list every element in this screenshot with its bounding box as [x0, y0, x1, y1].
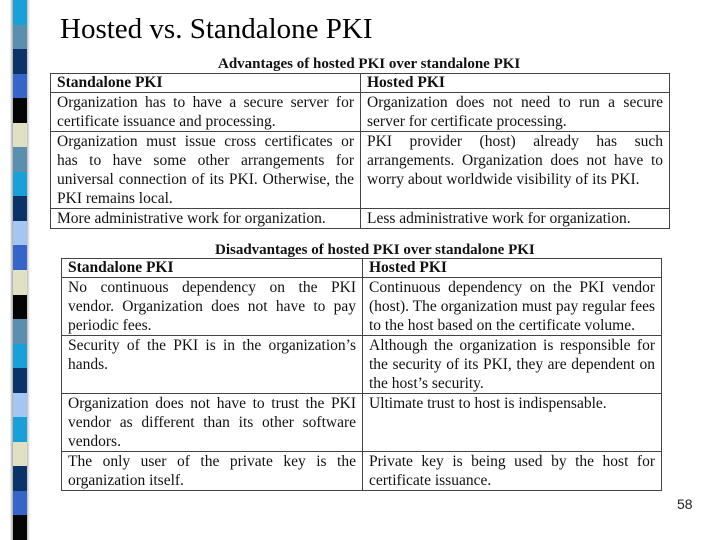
- slide-title: Hosted vs. Standalone PKI: [60, 13, 373, 45]
- standalone-cell: More administrative work for organizatio…: [50, 208, 361, 229]
- hosted-cell: Less administrative work for organizatio…: [360, 208, 670, 229]
- stripe-segment: [13, 0, 27, 25]
- hosted-cell: Organization does not need to run a secu…: [360, 92, 670, 132]
- stripe-segment: [13, 220, 27, 246]
- standalone-cell: The only user of the private key is the …: [61, 451, 363, 491]
- column-header-hosted: Hosted PKI: [360, 73, 670, 93]
- stripe-segment: [13, 392, 27, 418]
- standalone-cell: Organization must issue cross certificat…: [50, 131, 361, 209]
- stripe-segment: [13, 98, 27, 123]
- stripe-segment: [13, 490, 27, 516]
- column-header-standalone: Standalone PKI: [61, 258, 363, 278]
- table-row: Organization does not have to trust the …: [61, 393, 662, 452]
- column-header-hosted: Hosted PKI: [362, 258, 662, 278]
- stripe-segment: [13, 24, 27, 50]
- table-row: Organization must issue cross certificat…: [50, 131, 670, 209]
- stripe-segment: [13, 441, 27, 467]
- stripe-segment: [13, 515, 27, 540]
- stripe-segment: [13, 49, 27, 74]
- stripe-segment: [13, 147, 27, 172]
- stripe-segment: [13, 196, 27, 221]
- standalone-cell: Organization has to have a secure server…: [50, 92, 361, 132]
- table-row: The only user of the private key is the …: [61, 451, 662, 491]
- stripe-segment: [13, 294, 27, 320]
- stripe-segment: [13, 122, 27, 148]
- stripe-segment: [13, 319, 27, 344]
- disadvantages-table: Standalone PKI Hosted PKI No continuous …: [61, 258, 662, 491]
- stripe-segment: [13, 417, 27, 442]
- hosted-cell: Ultimate trust to host is indispensable.: [362, 393, 662, 452]
- stripe-segment: [13, 466, 27, 491]
- table-row: No continuous dependency on the PKI vend…: [61, 277, 662, 336]
- hosted-cell: Although the organization is responsible…: [362, 335, 662, 394]
- column-header-standalone: Standalone PKI: [50, 73, 361, 93]
- table-header-row: Standalone PKI Hosted PKI: [61, 258, 662, 278]
- table-row: Organization has to have a secure server…: [50, 92, 670, 132]
- table-row: Security of the PKI is in the organizati…: [61, 335, 662, 394]
- standalone-cell: Security of the PKI is in the organizati…: [61, 335, 363, 394]
- hosted-cell: Private key is being used by the host fo…: [362, 451, 662, 491]
- standalone-cell: Organization does not have to trust the …: [61, 393, 363, 452]
- stripe-segment: [13, 245, 27, 271]
- advantages-caption: Advantages of hosted PKI over standalone…: [218, 56, 521, 72]
- hosted-cell: PKI provider (host) already has such arr…: [360, 131, 670, 209]
- hosted-cell: Continuous dependency on the PKI vendor …: [362, 277, 662, 336]
- stripe-shadow: [27, 0, 30, 540]
- table-header-row: Standalone PKI Hosted PKI: [50, 73, 670, 93]
- disadvantages-caption: Disadvantages of hosted PKI over standal…: [215, 242, 535, 258]
- stripe-segment: [13, 270, 27, 295]
- page-number: 58: [677, 496, 693, 512]
- advantages-table: Standalone PKI Hosted PKI Organization h…: [50, 73, 670, 229]
- stripe-segment: [13, 343, 27, 369]
- stripe-segment: [13, 73, 27, 99]
- standalone-cell: No continuous dependency on the PKI vend…: [61, 277, 363, 336]
- stripe-segment: [13, 171, 27, 197]
- table-row: More administrative work for organizatio…: [50, 208, 670, 229]
- decorative-color-stripes: [13, 0, 27, 540]
- stripe-segment: [13, 368, 27, 393]
